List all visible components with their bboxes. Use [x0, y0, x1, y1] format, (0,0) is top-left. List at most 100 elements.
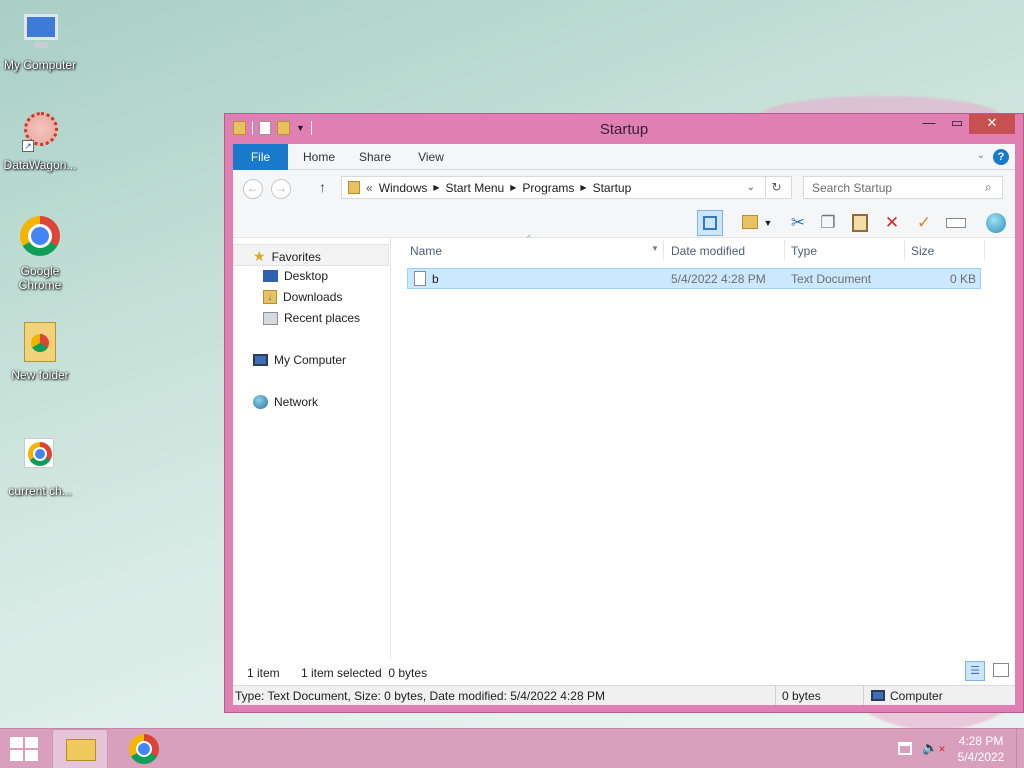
desktop-icon-my-computer[interactable]: My Computer: [0, 10, 80, 72]
column-separator[interactable]: [663, 240, 664, 260]
nav-item-downloads[interactable]: ↓ Downloads: [263, 290, 342, 304]
desktop-icon-google-chrome[interactable]: Google Chrome: [0, 216, 80, 292]
search-icon[interactable]: ⌕: [985, 180, 992, 195]
column-separator[interactable]: [784, 240, 785, 260]
nav-label: Desktop: [284, 269, 329, 283]
volume-muted-icon[interactable]: 🔈✕: [922, 740, 946, 756]
desktop-icon: [263, 270, 278, 282]
properties-globe-icon[interactable]: [983, 210, 1009, 236]
up-button[interactable]: ↑: [319, 179, 326, 195]
clock-time[interactable]: 4:28 PM: [955, 734, 1007, 748]
desktop-icon-current-chrome[interactable]: current ch...: [0, 436, 80, 498]
file-name: b: [432, 272, 439, 286]
address-row: ← → ↑ « Windows ▶ Start Menu ▶ Programs …: [233, 170, 1015, 206]
nav-item-network[interactable]: Network: [253, 395, 318, 409]
checkmark-icon[interactable]: ✓: [911, 210, 937, 236]
breadcrumb-separator: ▶: [510, 183, 517, 192]
address-overflow[interactable]: «: [366, 181, 373, 195]
computer-icon: [253, 354, 268, 366]
desktop-icon-label: DataWagon...: [3, 158, 77, 172]
breadcrumb-separator: ▶: [580, 183, 587, 192]
tab-home[interactable]: Home: [295, 144, 343, 170]
details-info: Type: Text Document, Size: 0 bytes, Date…: [235, 689, 605, 703]
start-button[interactable]: [0, 729, 56, 768]
sort-arrow-icon: ^: [527, 234, 531, 243]
taskbar: 🔈✕ 4:28 PM 5/4/2022: [0, 728, 1024, 768]
chevron-down-icon[interactable]: ⌄: [977, 150, 985, 161]
rename-icon[interactable]: [943, 210, 969, 236]
nav-label: Downloads: [283, 290, 343, 304]
item-count: 1 item: [247, 666, 280, 680]
column-header-type[interactable]: Type: [791, 244, 817, 258]
status-bar: 1 item 1 item selected 0 bytes ☰: [233, 659, 1015, 685]
desktop-icon-new-folder[interactable]: New folder: [0, 320, 80, 382]
breadcrumb-startup[interactable]: Startup: [593, 181, 632, 195]
nav-item-recent-places[interactable]: Recent places: [263, 311, 360, 325]
tab-view[interactable]: View: [407, 144, 455, 170]
desktop-icon-label: My Computer: [3, 58, 77, 72]
delete-icon[interactable]: ✕: [879, 210, 905, 236]
computer-icon: [18, 10, 62, 54]
network-tray-icon[interactable]: [898, 742, 912, 755]
taskbar-chrome[interactable]: [116, 729, 172, 768]
column-headers: ^ Name ▼ Date modified Type Size: [393, 234, 1015, 262]
nav-item-desktop[interactable]: Desktop: [263, 269, 328, 283]
file-size: 0 KB: [949, 272, 976, 286]
recent-places-icon: [263, 311, 278, 325]
refresh-icon[interactable]: ↻: [765, 177, 787, 198]
copy-icon[interactable]: ❐: [815, 210, 841, 236]
details-location: Computer: [890, 689, 943, 703]
address-dropdown-icon[interactable]: ⌄: [747, 182, 755, 193]
column-header-name[interactable]: Name: [410, 244, 442, 258]
forward-button[interactable]: →: [271, 179, 291, 199]
text-document-icon: [414, 271, 426, 286]
clock-date[interactable]: 5/4/2022: [955, 750, 1007, 764]
maximize-button[interactable]: ▭: [943, 114, 971, 134]
folder-icon: [348, 181, 360, 194]
back-button[interactable]: ←: [243, 179, 263, 199]
breadcrumb-programs[interactable]: Programs: [522, 181, 574, 195]
nav-item-my-computer[interactable]: My Computer: [253, 353, 346, 367]
star-icon: ★: [253, 248, 266, 264]
taskbar-file-explorer[interactable]: [52, 729, 108, 768]
tab-share[interactable]: Share: [351, 144, 399, 170]
window-title: Startup: [599, 121, 649, 138]
folder-icon: [18, 320, 62, 364]
nav-item-favorites[interactable]: ★ Favorites: [253, 248, 321, 265]
nav-label: Favorites: [271, 249, 321, 264]
tab-file[interactable]: File: [233, 144, 288, 170]
details-view-button[interactable]: ☰: [965, 661, 985, 681]
show-desktop-button[interactable]: [1016, 729, 1024, 768]
minimize-button[interactable]: —: [915, 114, 943, 134]
paste-icon[interactable]: [847, 210, 873, 236]
breadcrumb-separator: ▶: [433, 183, 440, 192]
details-separator: [775, 686, 776, 705]
network-icon: [253, 395, 268, 409]
search-input[interactable]: Search Startup: [803, 176, 1003, 199]
breadcrumb-windows[interactable]: Windows: [379, 181, 428, 195]
column-separator[interactable]: [904, 240, 905, 260]
details-bytes: 0 bytes: [782, 689, 821, 703]
preview-pane-icon[interactable]: [697, 210, 723, 236]
folder-options-icon[interactable]: [737, 210, 763, 236]
help-icon[interactable]: ?: [993, 149, 1009, 165]
address-bar[interactable]: « Windows ▶ Start Menu ▶ Programs ▶ Star…: [341, 176, 792, 199]
column-header-size[interactable]: Size: [911, 244, 934, 258]
chevron-down-icon[interactable]: ▼: [651, 244, 659, 253]
folder-icon: [66, 739, 96, 761]
cut-icon[interactable]: ✂: [785, 210, 811, 236]
large-icons-view-button[interactable]: [993, 663, 1009, 677]
breadcrumb-start-menu[interactable]: Start Menu: [446, 181, 505, 195]
column-separator[interactable]: [984, 240, 985, 260]
chevron-down-icon[interactable]: ▼: [761, 210, 775, 236]
column-header-date-modified[interactable]: Date modified: [671, 244, 745, 258]
title-bar[interactable]: ▼ Startup — ▭ ✕: [225, 114, 1023, 144]
desktop-icon-label: New folder: [11, 368, 69, 382]
file-date-modified: 5/4/2022 4:28 PM: [671, 272, 766, 286]
file-row[interactable]: b 5/4/2022 4:28 PM Text Document 0 KB: [407, 268, 981, 289]
desktop-icon-datawagon[interactable]: ↗ DataWagon...: [0, 110, 80, 172]
downloads-icon: ↓: [263, 290, 277, 304]
close-button[interactable]: ✕: [969, 114, 1015, 134]
nav-label: Recent places: [284, 311, 361, 325]
datawagon-icon: ↗: [18, 110, 62, 154]
